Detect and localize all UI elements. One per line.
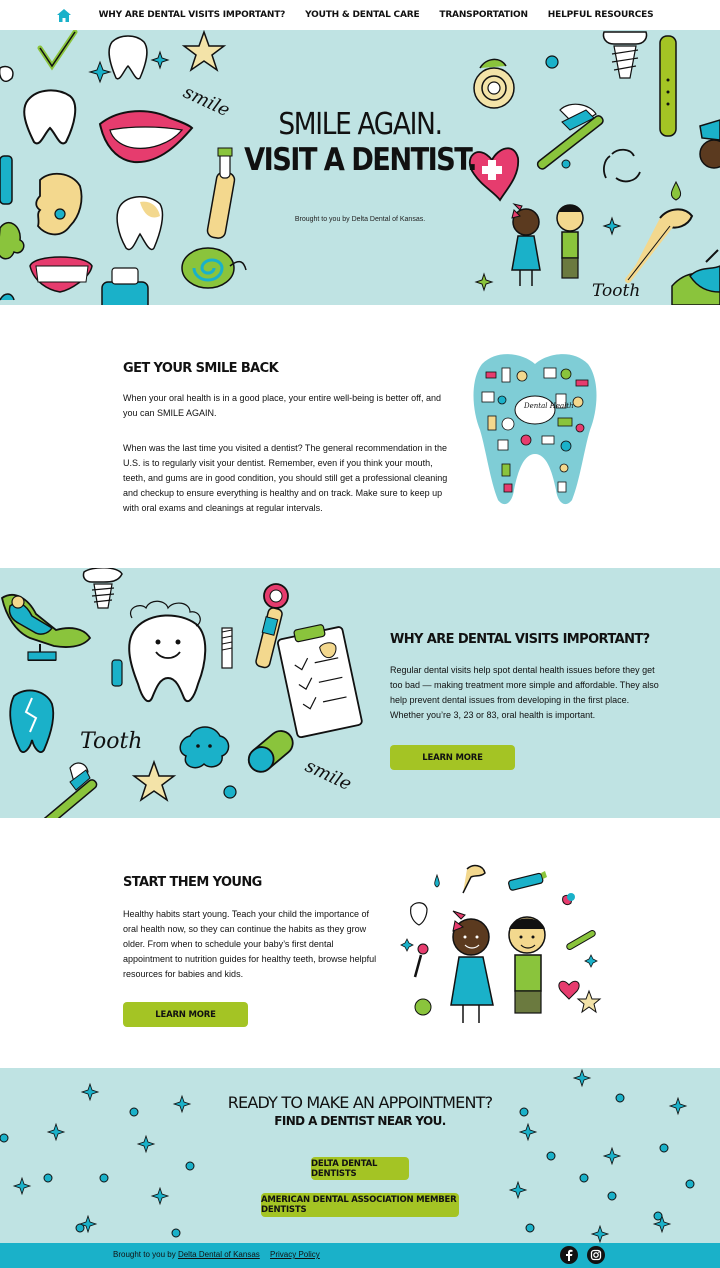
svg-text:smile: smile (302, 756, 355, 796)
nav-item-resources[interactable]: Helpful Resources (548, 10, 654, 20)
home-icon[interactable] (56, 7, 73, 23)
smile-back-heading: GET YOUR SMILE BACK (123, 361, 279, 376)
svg-text:Dental Health: Dental Health (523, 402, 574, 410)
nav-item-transportation[interactable]: Transportation (439, 10, 528, 20)
hero-title-line1: SMILE AGAIN. (278, 107, 443, 142)
footer-prefix: Brought to you by (113, 1250, 176, 1259)
hero-title-line2: VISIT A DENTIST. (244, 142, 477, 178)
svg-text:Tooth: Tooth (592, 281, 640, 301)
privacy-policy-link[interactable]: Privacy Policy (270, 1250, 320, 1259)
dental-visits-learn-more-button[interactable]: LEARN MORE (390, 745, 515, 770)
footer: Brought to you by Delta Dental of Kansas… (0, 1243, 720, 1268)
start-young-section: START THEM YOUNG Healthy habits start yo… (0, 818, 720, 1068)
delta-dental-dentists-button[interactable]: DELTA DENTAL DENTISTS (311, 1157, 409, 1180)
instagram-icon[interactable] (587, 1246, 605, 1264)
top-nav: Why are dental visits important? Youth &… (0, 0, 720, 30)
dental-visits-doodles: Tooth smile (0, 568, 363, 818)
appointment-cta-section: READY TO MAKE AN APPOINTMENT? FIND A DEN… (0, 1068, 720, 1243)
start-young-heading: START THEM YOUNG (123, 875, 262, 890)
hero-subtitle: Brought to you by Delta Dental of Kansas… (294, 216, 426, 223)
cta-subtitle: FIND A DENTIST NEAR YOU. (274, 1114, 446, 1128)
ada-member-dentists-button[interactable]: AMERICAN DENTAL ASSOCIATION MEMBER DENTI… (261, 1193, 459, 1217)
dental-visits-paragraph: Regular dental visits help spot dental h… (390, 665, 659, 720)
dental-health-tooth-illustration: Dental Health (473, 354, 597, 505)
start-young-learn-more-button[interactable]: LEARN MORE (123, 1002, 248, 1027)
start-young-paragraph: Healthy habits start young. Teach your c… (123, 909, 377, 979)
facebook-icon[interactable] (560, 1246, 578, 1264)
smile-back-section: GET YOUR SMILE BACK When your oral healt… (0, 305, 720, 568)
smile-back-paragraph-2: When was the last time you visited a den… (123, 443, 448, 513)
footer-text: Brought to you by Delta Dental of Kansas… (113, 1250, 320, 1259)
hero-banner: smile Tooth SMILE AGAIN. VISIT A DENTIST… (0, 30, 720, 305)
cta-title: READY TO MAKE AN APPOINTMENT? (227, 1093, 493, 1112)
smile-back-paragraph-1: When your oral health is in a good place… (123, 393, 442, 418)
kids-illustration (400, 864, 602, 1023)
hero-title: SMILE AGAIN. VISIT A DENTIST. (0, 107, 720, 179)
footer-delta-link[interactable]: Delta Dental of Kansas (178, 1250, 260, 1259)
nav-item-youth[interactable]: Youth & Dental Care (305, 10, 419, 20)
dental-visits-heading: WHY ARE DENTAL VISITS IMPORTANT? (390, 632, 650, 647)
nav-item-dental-visits[interactable]: Why are dental visits important? (99, 10, 286, 20)
dental-visits-section: Tooth smile WHY ARE DENTAL VISITS IMPORT… (0, 568, 720, 818)
svg-text:Tooth: Tooth (80, 729, 142, 754)
